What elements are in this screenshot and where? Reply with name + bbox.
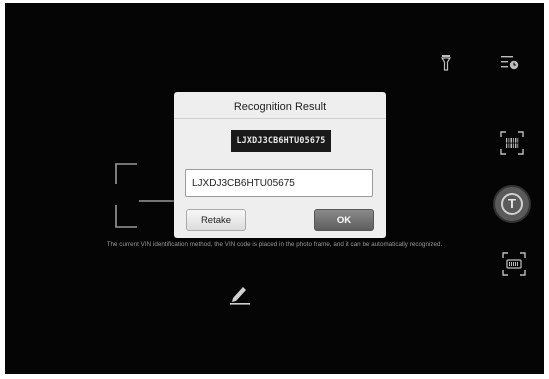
edit-icon[interactable] [229, 283, 251, 305]
shutter-button[interactable]: T [493, 185, 531, 223]
vin-snapshot-image: LJXDJ3CB6HTU05675 [231, 130, 331, 152]
vin-input[interactable] [185, 169, 373, 197]
barcode-scan-icon[interactable] [500, 131, 524, 155]
vin-hint-text: The current VIN identification method, t… [106, 241, 443, 248]
frame-corner-bottom-left [115, 205, 137, 228]
recognition-result-dialog: Recognition Result LJXDJ3CB6HTU05675 Ret… [174, 92, 386, 238]
dialog-title: Recognition Result [233, 101, 327, 113]
ok-button[interactable]: OK [314, 209, 374, 231]
history-icon[interactable] [501, 55, 519, 71]
camera-screen: T The current VIN identification method,… [5, 3, 544, 374]
frame-corner-top-left [115, 163, 137, 184]
frame-edge-line [139, 200, 175, 202]
divider [174, 118, 386, 119]
retake-button[interactable]: Retake [186, 209, 246, 231]
shutter-icon: T [501, 193, 523, 215]
vin-snapshot-text: LJXDJ3CB6HTU05675 [236, 135, 326, 145]
flashlight-icon[interactable] [441, 55, 451, 71]
vin-scan-icon[interactable] [502, 252, 526, 276]
